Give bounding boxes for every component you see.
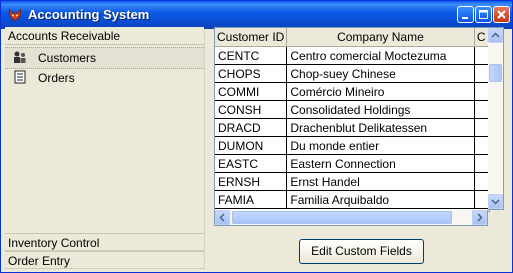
customers-icon <box>14 51 26 63</box>
minimize-icon <box>462 17 468 19</box>
scroll-left-button[interactable] <box>215 210 230 225</box>
maximize-button[interactable] <box>475 6 492 23</box>
cell-customer-id[interactable]: DUMON <box>215 136 288 155</box>
chevron-right-icon <box>477 213 483 222</box>
cell-extra[interactable] <box>474 64 489 83</box>
vertical-scrollbar[interactable] <box>488 27 504 210</box>
table-row[interactable]: CONSH Consolidated Holdings <box>215 100 489 119</box>
cell-customer-id[interactable]: COMMI <box>215 82 288 101</box>
table-row[interactable]: FAMIA Familia Arquibaldo <box>215 190 489 209</box>
chevron-left-icon <box>219 213 225 222</box>
orders-icon <box>14 70 26 84</box>
cell-customer-id[interactable]: EASTC <box>215 154 288 173</box>
window-title: Accounting System <box>28 7 150 22</box>
customers-grid[interactable]: Customer ID Company Name C CENTC Centro c… <box>214 27 490 212</box>
cell-extra[interactable] <box>474 172 489 191</box>
table-row[interactable]: CHOPS Chop-suey Chinese <box>215 64 489 83</box>
cell-company-name[interactable]: Comércio Mineiro <box>286 82 475 101</box>
close-icon <box>497 10 506 19</box>
group-inventory-control[interactable]: Inventory Control <box>5 233 204 251</box>
cell-customer-id[interactable]: ERNSH <box>215 172 288 191</box>
cell-customer-id[interactable]: FAMIA <box>215 190 288 209</box>
table-row[interactable]: CENTC Centro comercial Moctezuma <box>215 46 489 65</box>
table-row[interactable]: DUMON Du monde entier <box>215 136 489 155</box>
table-row[interactable]: COMMI Comércio Mineiro <box>215 82 489 101</box>
customers-table: Customer ID Company Name C CENTC Centro c… <box>215 28 489 209</box>
column-header-company-name[interactable]: Company Name <box>286 28 475 47</box>
group-order-entry[interactable]: Order Entry <box>5 251 204 269</box>
navigation-pane: Accounts Receivable Customers Orders Inv… <box>5 27 205 270</box>
chevron-down-icon <box>491 199 500 205</box>
cell-customer-id[interactable]: DRACD <box>215 118 288 137</box>
scroll-thumb[interactable] <box>489 64 502 82</box>
group-accounts-receivable[interactable]: Accounts Receivable <box>5 27 204 45</box>
title-bar[interactable]: Accounting System <box>1 1 512 29</box>
minimize-button[interactable] <box>457 6 474 23</box>
cell-company-name[interactable]: Du monde entier <box>286 136 475 155</box>
scroll-right-button[interactable] <box>472 210 487 225</box>
cell-company-name[interactable]: Chop-suey Chinese <box>286 64 475 83</box>
table-row[interactable]: DRACD Drachenblut Delikatessen <box>215 118 489 137</box>
scroll-up-button[interactable] <box>488 28 503 43</box>
cell-extra[interactable] <box>474 154 489 173</box>
scroll-thumb-horizontal[interactable] <box>232 211 452 224</box>
chevron-up-icon <box>491 32 500 38</box>
cell-extra[interactable] <box>474 190 489 209</box>
cell-customer-id[interactable]: CHOPS <box>215 64 288 83</box>
application-window: Accounting System Accounts Receivable Cu… <box>0 0 513 273</box>
cell-extra[interactable] <box>474 118 489 137</box>
cell-customer-id[interactable]: CENTC <box>215 46 288 65</box>
fox-app-icon <box>8 8 22 22</box>
cell-extra[interactable] <box>474 82 489 101</box>
cell-company-name[interactable]: Drachenblut Delikatessen <box>286 118 475 137</box>
nav-item-orders[interactable]: Orders <box>5 68 204 88</box>
cell-company-name[interactable]: Centro comercial Moctezuma <box>286 46 475 65</box>
cell-company-name[interactable]: Ernst Handel <box>286 172 475 191</box>
cell-extra[interactable] <box>474 136 489 155</box>
cell-company-name[interactable]: Familia Arquibaldo <box>286 190 475 209</box>
nav-item-label: Customers <box>38 51 97 65</box>
horizontal-scrollbar[interactable] <box>214 210 488 226</box>
cell-company-name[interactable]: Eastern Connection <box>286 154 475 173</box>
edit-custom-fields-button[interactable]: Edit Custom Fields <box>299 239 424 264</box>
nav-item-label: Orders <box>38 71 75 85</box>
table-row[interactable]: ERNSH Ernst Handel <box>215 172 489 191</box>
nav-item-customers[interactable]: Customers <box>5 47 204 69</box>
maximize-icon <box>479 10 488 19</box>
cell-extra[interactable] <box>474 46 489 65</box>
cell-extra[interactable] <box>474 100 489 119</box>
close-button[interactable] <box>493 6 510 23</box>
cell-customer-id[interactable]: CONSH <box>215 100 288 119</box>
column-header-extra[interactable]: C <box>474 28 489 47</box>
column-header-customer-id[interactable]: Customer ID <box>215 28 288 47</box>
cell-company-name[interactable]: Consolidated Holdings <box>286 100 475 119</box>
scroll-down-button[interactable] <box>488 194 503 209</box>
table-row[interactable]: EASTC Eastern Connection <box>215 154 489 173</box>
header-row: Customer ID Company Name C <box>215 28 489 47</box>
grid-body: CENTC Centro comercial Moctezuma CHOPS Chop… <box>215 46 489 209</box>
